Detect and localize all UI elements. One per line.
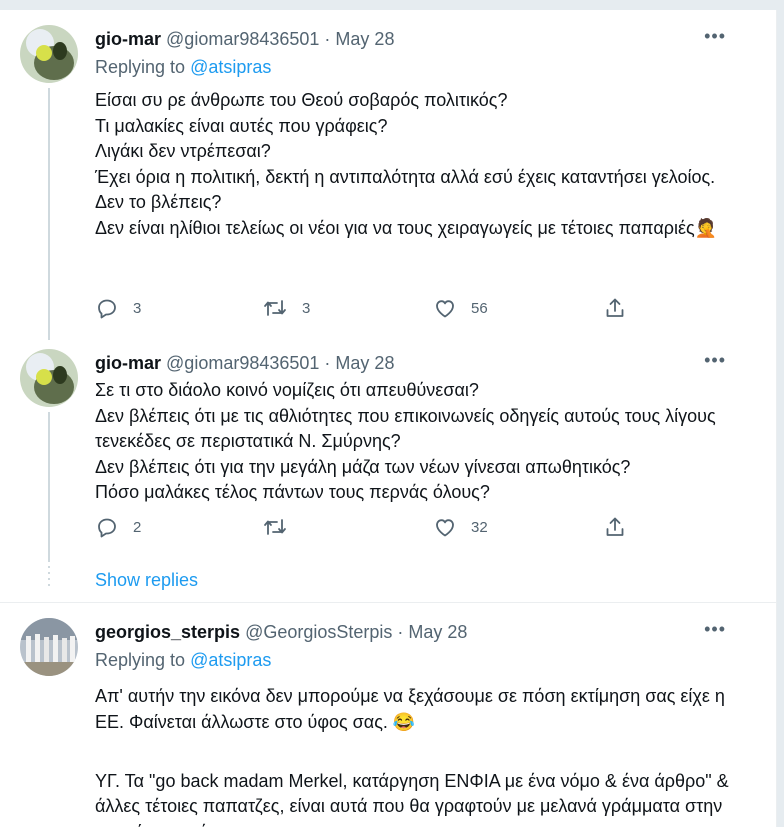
retweet-button[interactable]: 3 <box>262 296 310 320</box>
tweet-line: Σε τι στο διάολο κοινό νομίζεις ότι απευ… <box>95 380 479 400</box>
user-handle[interactable]: @giomar98436501 <box>166 353 319 373</box>
tweet-line <box>95 735 735 761</box>
share-button[interactable] <box>603 515 627 539</box>
more-icon[interactable]: ••• <box>704 619 726 640</box>
divider <box>0 602 776 603</box>
reply-count: 2 <box>133 518 142 536</box>
retweet-icon <box>264 300 286 316</box>
tweet-line: Πόσο μαλάκες τέλος πάντων τους περνάς όλ… <box>95 482 490 502</box>
reply-count: 3 <box>133 299 142 317</box>
like-button[interactable]: 56 <box>433 296 488 320</box>
tweet-line: Δεν είναι ηλίθιοι τελείως οι νέοι για να… <box>95 217 718 238</box>
thread-line <box>48 412 50 562</box>
share-button[interactable] <box>603 296 627 320</box>
share-icon <box>606 298 624 317</box>
tweet-text: Είσαι συ ρε άνθρωπε του Θεού σοβαρός πολ… <box>95 88 735 241</box>
tweet-date[interactable]: May 28 <box>335 29 394 49</box>
like-count: 56 <box>471 299 488 317</box>
tweet-line: Δεν βλέπεις ότι για την μεγάλη μάζα των … <box>95 456 631 477</box>
avatar[interactable] <box>20 25 78 83</box>
retweet-button[interactable] <box>262 515 288 539</box>
more-icon[interactable]: ••• <box>704 350 726 371</box>
thread-line <box>48 88 50 340</box>
like-button[interactable]: 32 <box>433 515 488 539</box>
user-handle[interactable]: @GeorgiosSterpis <box>245 622 392 642</box>
display-name[interactable]: georgios_sterpis <box>95 622 240 642</box>
thread-dots <box>48 566 50 590</box>
avatar[interactable] <box>20 618 78 676</box>
reply-button[interactable]: 2 <box>95 515 141 539</box>
replying-to: Replying to @atsipras <box>95 57 271 78</box>
display-name[interactable]: gio-mar <box>95 353 161 373</box>
display-name[interactable]: gio-mar <box>95 29 161 49</box>
tweet-line: Τι μαλακίες είναι αυτές που γράφεις? <box>95 115 388 136</box>
tweet-date[interactable]: May 28 <box>335 353 394 373</box>
like-icon <box>436 300 454 318</box>
replying-to-label: Replying to <box>95 650 186 670</box>
like-count: 32 <box>471 518 488 536</box>
avatar[interactable] <box>20 349 78 407</box>
tweet-line: Δεν το βλέπεις? <box>95 192 222 212</box>
retweet-count: 3 <box>302 299 311 317</box>
separator: · <box>319 29 336 49</box>
tweet-actions: 2 32 <box>95 515 655 543</box>
tweet-header: gio-mar @giomar98436501 · May 28 <box>95 28 394 50</box>
separator: · <box>319 353 336 373</box>
tweet-line: Λιγάκι δεν ντρέπεσαι? <box>95 141 271 161</box>
tweet-header: gio-mar @giomar98436501 · May 28 <box>95 352 394 374</box>
share-icon <box>606 517 624 536</box>
tweet-date[interactable]: May 28 <box>408 622 467 642</box>
more-icon[interactable]: ••• <box>704 26 726 47</box>
replying-to-label: Replying to <box>95 57 186 77</box>
mention-link[interactable]: @atsipras <box>190 650 271 670</box>
tweet-line: ΥΓ. Τα "go back madam Merkel, κατάργηση … <box>95 770 729 827</box>
mention-link[interactable]: @atsipras <box>190 57 271 77</box>
retweet-icon <box>264 519 286 535</box>
user-handle[interactable]: @giomar98436501 <box>166 29 319 49</box>
tweet-actions: 3 3 56 <box>95 296 655 324</box>
replying-to: Replying to @atsipras <box>95 650 271 671</box>
tweet-line: Δεν βλέπεις ότι με τις αθλιότητες που επ… <box>95 405 716 452</box>
separator: · <box>392 622 409 642</box>
tweet-text: Απ' αυτήν την εικόνα δεν μπορούμε να ξεχ… <box>95 684 735 827</box>
reply-button[interactable]: 3 <box>95 296 141 320</box>
show-replies-link[interactable]: Show replies <box>95 570 198 591</box>
like-icon <box>436 519 454 537</box>
tweet-text: Σε τι στο διάολο κοινό νομίζεις ότι απευ… <box>95 378 735 506</box>
timeline: gio-mar @giomar98436501 · May 28 ••• Rep… <box>0 10 777 827</box>
tweet-line: Έχει όρια η πολιτική, δεκτή η αντιπαλότη… <box>95 166 716 187</box>
tweet-line: Είσαι συ ρε άνθρωπε του Θεού σοβαρός πολ… <box>95 90 508 110</box>
reply-icon <box>98 518 116 538</box>
tweet-header: georgios_sterpis @GeorgiosSterpis · May … <box>95 621 467 643</box>
reply-icon <box>98 299 116 319</box>
tweet-line: Απ' αυτήν την εικόνα δεν μπορούμε να ξεχ… <box>95 686 725 732</box>
